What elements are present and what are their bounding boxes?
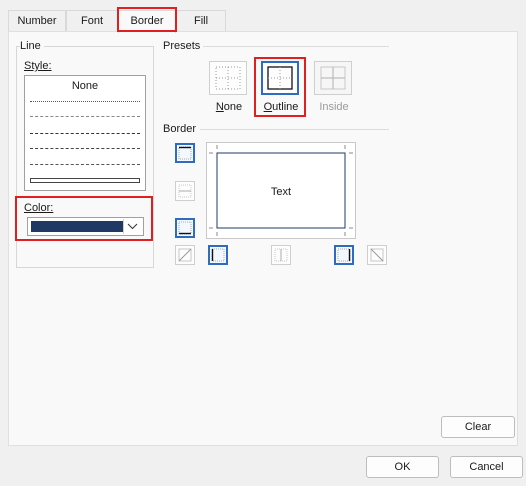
border-right-button[interactable] bbox=[334, 245, 354, 265]
tab-fill-label: Fill bbox=[193, 15, 209, 27]
style-option-dash-dot-thin[interactable] bbox=[30, 148, 140, 149]
diagonal-up-icon bbox=[178, 248, 192, 262]
preset-outline-rest: utline bbox=[272, 101, 299, 113]
style-option-double[interactable] bbox=[30, 178, 140, 183]
border-diagonal-up-button[interactable] bbox=[175, 245, 195, 265]
preset-outline-button[interactable] bbox=[261, 61, 299, 95]
tab-border[interactable]: Border bbox=[118, 10, 176, 33]
border-top-button[interactable] bbox=[175, 143, 195, 163]
line-color-select[interactable] bbox=[27, 217, 144, 236]
line-style-list[interactable]: None bbox=[24, 75, 146, 191]
border-right-icon bbox=[337, 248, 351, 262]
border-group-label: Border bbox=[163, 123, 200, 135]
style-label-text: Style: bbox=[24, 60, 52, 72]
presets-divider bbox=[203, 46, 389, 47]
border-bottom-icon bbox=[178, 221, 192, 235]
tab-fill[interactable]: Fill bbox=[176, 10, 226, 32]
border-bottom-button[interactable] bbox=[175, 218, 195, 238]
line-color-swatch bbox=[31, 221, 124, 232]
preset-outline-icon bbox=[267, 66, 293, 90]
style-option-dash-dot-dot[interactable] bbox=[30, 116, 140, 117]
style-label: Style: bbox=[24, 60, 55, 72]
preview-text: Text bbox=[270, 186, 292, 198]
border-preview[interactable]: Text bbox=[206, 142, 356, 239]
preset-none-label: None bbox=[212, 101, 246, 113]
tab-border-label: Border bbox=[130, 15, 164, 27]
style-option-dash-dot[interactable] bbox=[30, 133, 140, 134]
tab-font[interactable]: Font bbox=[66, 10, 118, 32]
color-label-text: Color: bbox=[24, 202, 54, 214]
style-option-dotted[interactable] bbox=[30, 101, 140, 102]
ok-button[interactable]: OK bbox=[366, 456, 439, 478]
preset-none-mnemonic: N bbox=[215, 101, 224, 113]
tab-font-label: Font bbox=[80, 15, 103, 27]
border-inside-horizontal-icon bbox=[178, 184, 192, 198]
presets-group-label: Presets bbox=[163, 40, 204, 52]
preset-none-button[interactable] bbox=[209, 61, 247, 95]
chevron-down-icon bbox=[127, 223, 138, 230]
preset-inside-icon bbox=[320, 66, 346, 90]
border-inside-horizontal-button[interactable] bbox=[175, 181, 195, 201]
tab-number-label: Number bbox=[17, 15, 57, 27]
clear-button[interactable]: Clear bbox=[441, 416, 515, 438]
preset-inside-button[interactable] bbox=[314, 61, 352, 95]
border-inside-vertical-button[interactable] bbox=[271, 245, 291, 265]
cancel-button[interactable]: Cancel bbox=[450, 456, 523, 478]
border-top-icon bbox=[178, 146, 192, 160]
border-inside-vertical-icon bbox=[274, 248, 288, 262]
tab-number[interactable]: Number bbox=[8, 10, 66, 32]
diagonal-down-icon bbox=[370, 248, 384, 262]
preset-none-rest: one bbox=[223, 101, 243, 113]
preset-inside-label: Inside bbox=[319, 101, 349, 113]
style-option-dashed[interactable] bbox=[30, 164, 140, 165]
border-left-icon bbox=[211, 248, 225, 262]
preset-outline-label: Outline bbox=[259, 101, 303, 113]
style-option-none[interactable]: None bbox=[25, 80, 145, 92]
color-dropdown-button[interactable] bbox=[123, 219, 141, 234]
preset-outline-mnemonic: O bbox=[263, 101, 273, 113]
border-divider bbox=[200, 129, 389, 130]
border-diagonal-down-button[interactable] bbox=[367, 245, 387, 265]
color-label: Color: bbox=[24, 202, 57, 214]
preset-none-icon bbox=[215, 66, 241, 90]
border-left-button[interactable] bbox=[208, 245, 228, 265]
line-group-label: Line bbox=[20, 40, 44, 52]
